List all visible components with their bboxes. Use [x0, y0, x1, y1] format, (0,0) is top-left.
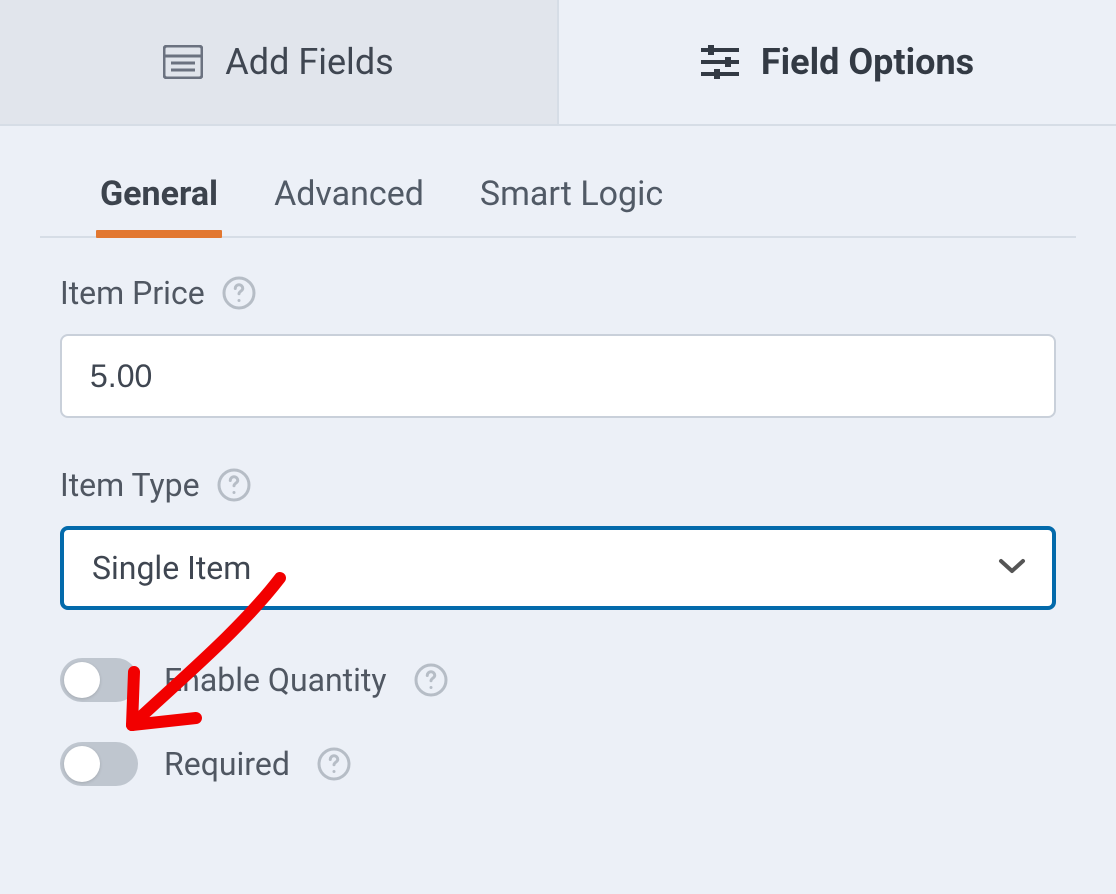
tab-field-options[interactable]: Field Options: [559, 0, 1116, 124]
required-toggle[interactable]: [60, 742, 138, 786]
required-label: Required: [164, 745, 290, 783]
tab-add-fields[interactable]: Add Fields: [0, 0, 559, 124]
field-options-panel: Item Price Item Type: [0, 238, 1116, 826]
tab-field-options-label: Field Options: [761, 41, 974, 83]
item-type-label: Item Type: [60, 466, 200, 504]
item-type-label-row: Item Type: [60, 466, 1056, 504]
tab-add-fields-label: Add Fields: [225, 41, 393, 83]
list-icon: [163, 45, 203, 79]
item-price-label: Item Price: [60, 274, 205, 312]
subtab-general-label: General: [100, 174, 218, 214]
help-icon[interactable]: [221, 275, 257, 311]
subtab-advanced[interactable]: Advanced: [274, 174, 424, 236]
required-row: Required: [60, 742, 1056, 786]
enable-quantity-row: Enable Quantity: [60, 658, 1056, 702]
top-tabs: Add Fields Field Options: [0, 0, 1116, 126]
help-icon[interactable]: [413, 662, 449, 698]
subtab-general[interactable]: General: [100, 174, 218, 236]
help-icon[interactable]: [216, 467, 252, 503]
enable-quantity-toggle[interactable]: [60, 658, 138, 702]
sliders-icon: [701, 45, 739, 79]
subtab-smart-logic[interactable]: Smart Logic: [480, 174, 663, 236]
enable-quantity-label: Enable Quantity: [164, 661, 387, 699]
item-type-select[interactable]: Single Item: [60, 526, 1056, 610]
subtab-advanced-label: Advanced: [274, 174, 424, 214]
item-type-selected-value: Single Item: [92, 549, 251, 587]
item-type-select-wrap: Single Item: [60, 526, 1056, 610]
sub-tabs: General Advanced Smart Logic: [40, 126, 1076, 238]
subtab-smart-logic-label: Smart Logic: [480, 174, 663, 214]
item-price-group: Item Price: [60, 274, 1056, 418]
item-type-group: Item Type Single Item: [60, 466, 1056, 610]
item-price-input[interactable]: [60, 334, 1056, 418]
item-price-label-row: Item Price: [60, 274, 1056, 312]
help-icon[interactable]: [316, 746, 352, 782]
